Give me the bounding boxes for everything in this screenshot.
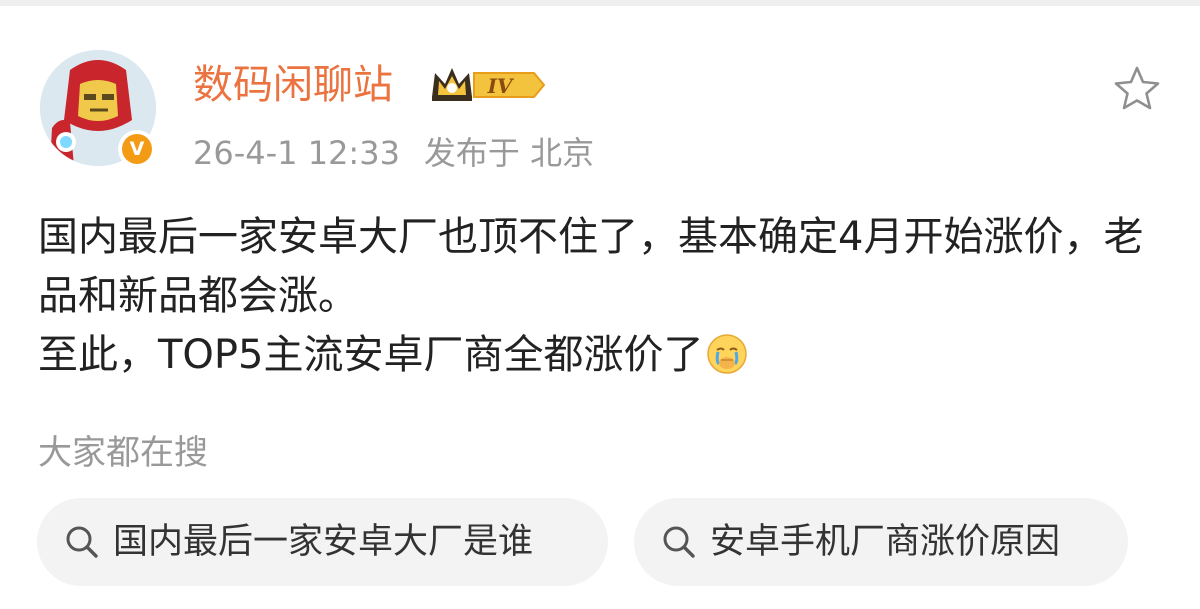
- trending-search-chip[interactable]: 国内最后一家安卓大厂是谁: [37, 498, 608, 586]
- trending-heading: 大家都在搜: [38, 433, 208, 473]
- chip-label: 国内最后一家安卓大厂是谁: [113, 522, 534, 562]
- star-icon: [1114, 66, 1160, 110]
- username[interactable]: 数码闲聊站: [193, 60, 393, 110]
- post-paragraph: 国内最后一家安卓大厂也顶不住了，基本确定4月开始涨价，老品和新品都会涨。: [38, 214, 1144, 319]
- search-icon: [663, 526, 695, 558]
- trending-search-chip-2[interactable]: 安卓手机厂商涨价原因: [634, 498, 1128, 586]
- post-body: 国内最后一家安卓大厂也顶不住了，基本确定4月开始涨价，老品和新品都会涨。 至此，…: [38, 208, 1163, 385]
- search-icon: [66, 526, 98, 558]
- crying-face-emoji-icon: [706, 334, 747, 374]
- chip-label: 安卓手机厂商涨价原因: [710, 522, 1061, 562]
- post-meta: 26-4-1 12:33 发布于 北京: [193, 133, 618, 173]
- post-line-2: 至此，TOP5主流安卓厂商全都涨价了: [38, 332, 704, 378]
- crown-icon: [432, 68, 472, 101]
- top-divider: [0, 0, 1200, 6]
- location: 发布于 北京: [423, 134, 595, 172]
- verified-badge: V: [118, 130, 156, 168]
- verified-mark: V: [122, 134, 152, 164]
- timestamp: 26-4-1 12:33: [193, 134, 400, 172]
- star-button[interactable]: [1110, 64, 1164, 114]
- avatar[interactable]: V: [40, 50, 156, 168]
- level-badge: IV: [430, 64, 546, 104]
- post-paragraph-2: 至此，TOP5主流安卓厂商全都涨价了: [38, 326, 1163, 385]
- level-text: IV: [487, 74, 515, 98]
